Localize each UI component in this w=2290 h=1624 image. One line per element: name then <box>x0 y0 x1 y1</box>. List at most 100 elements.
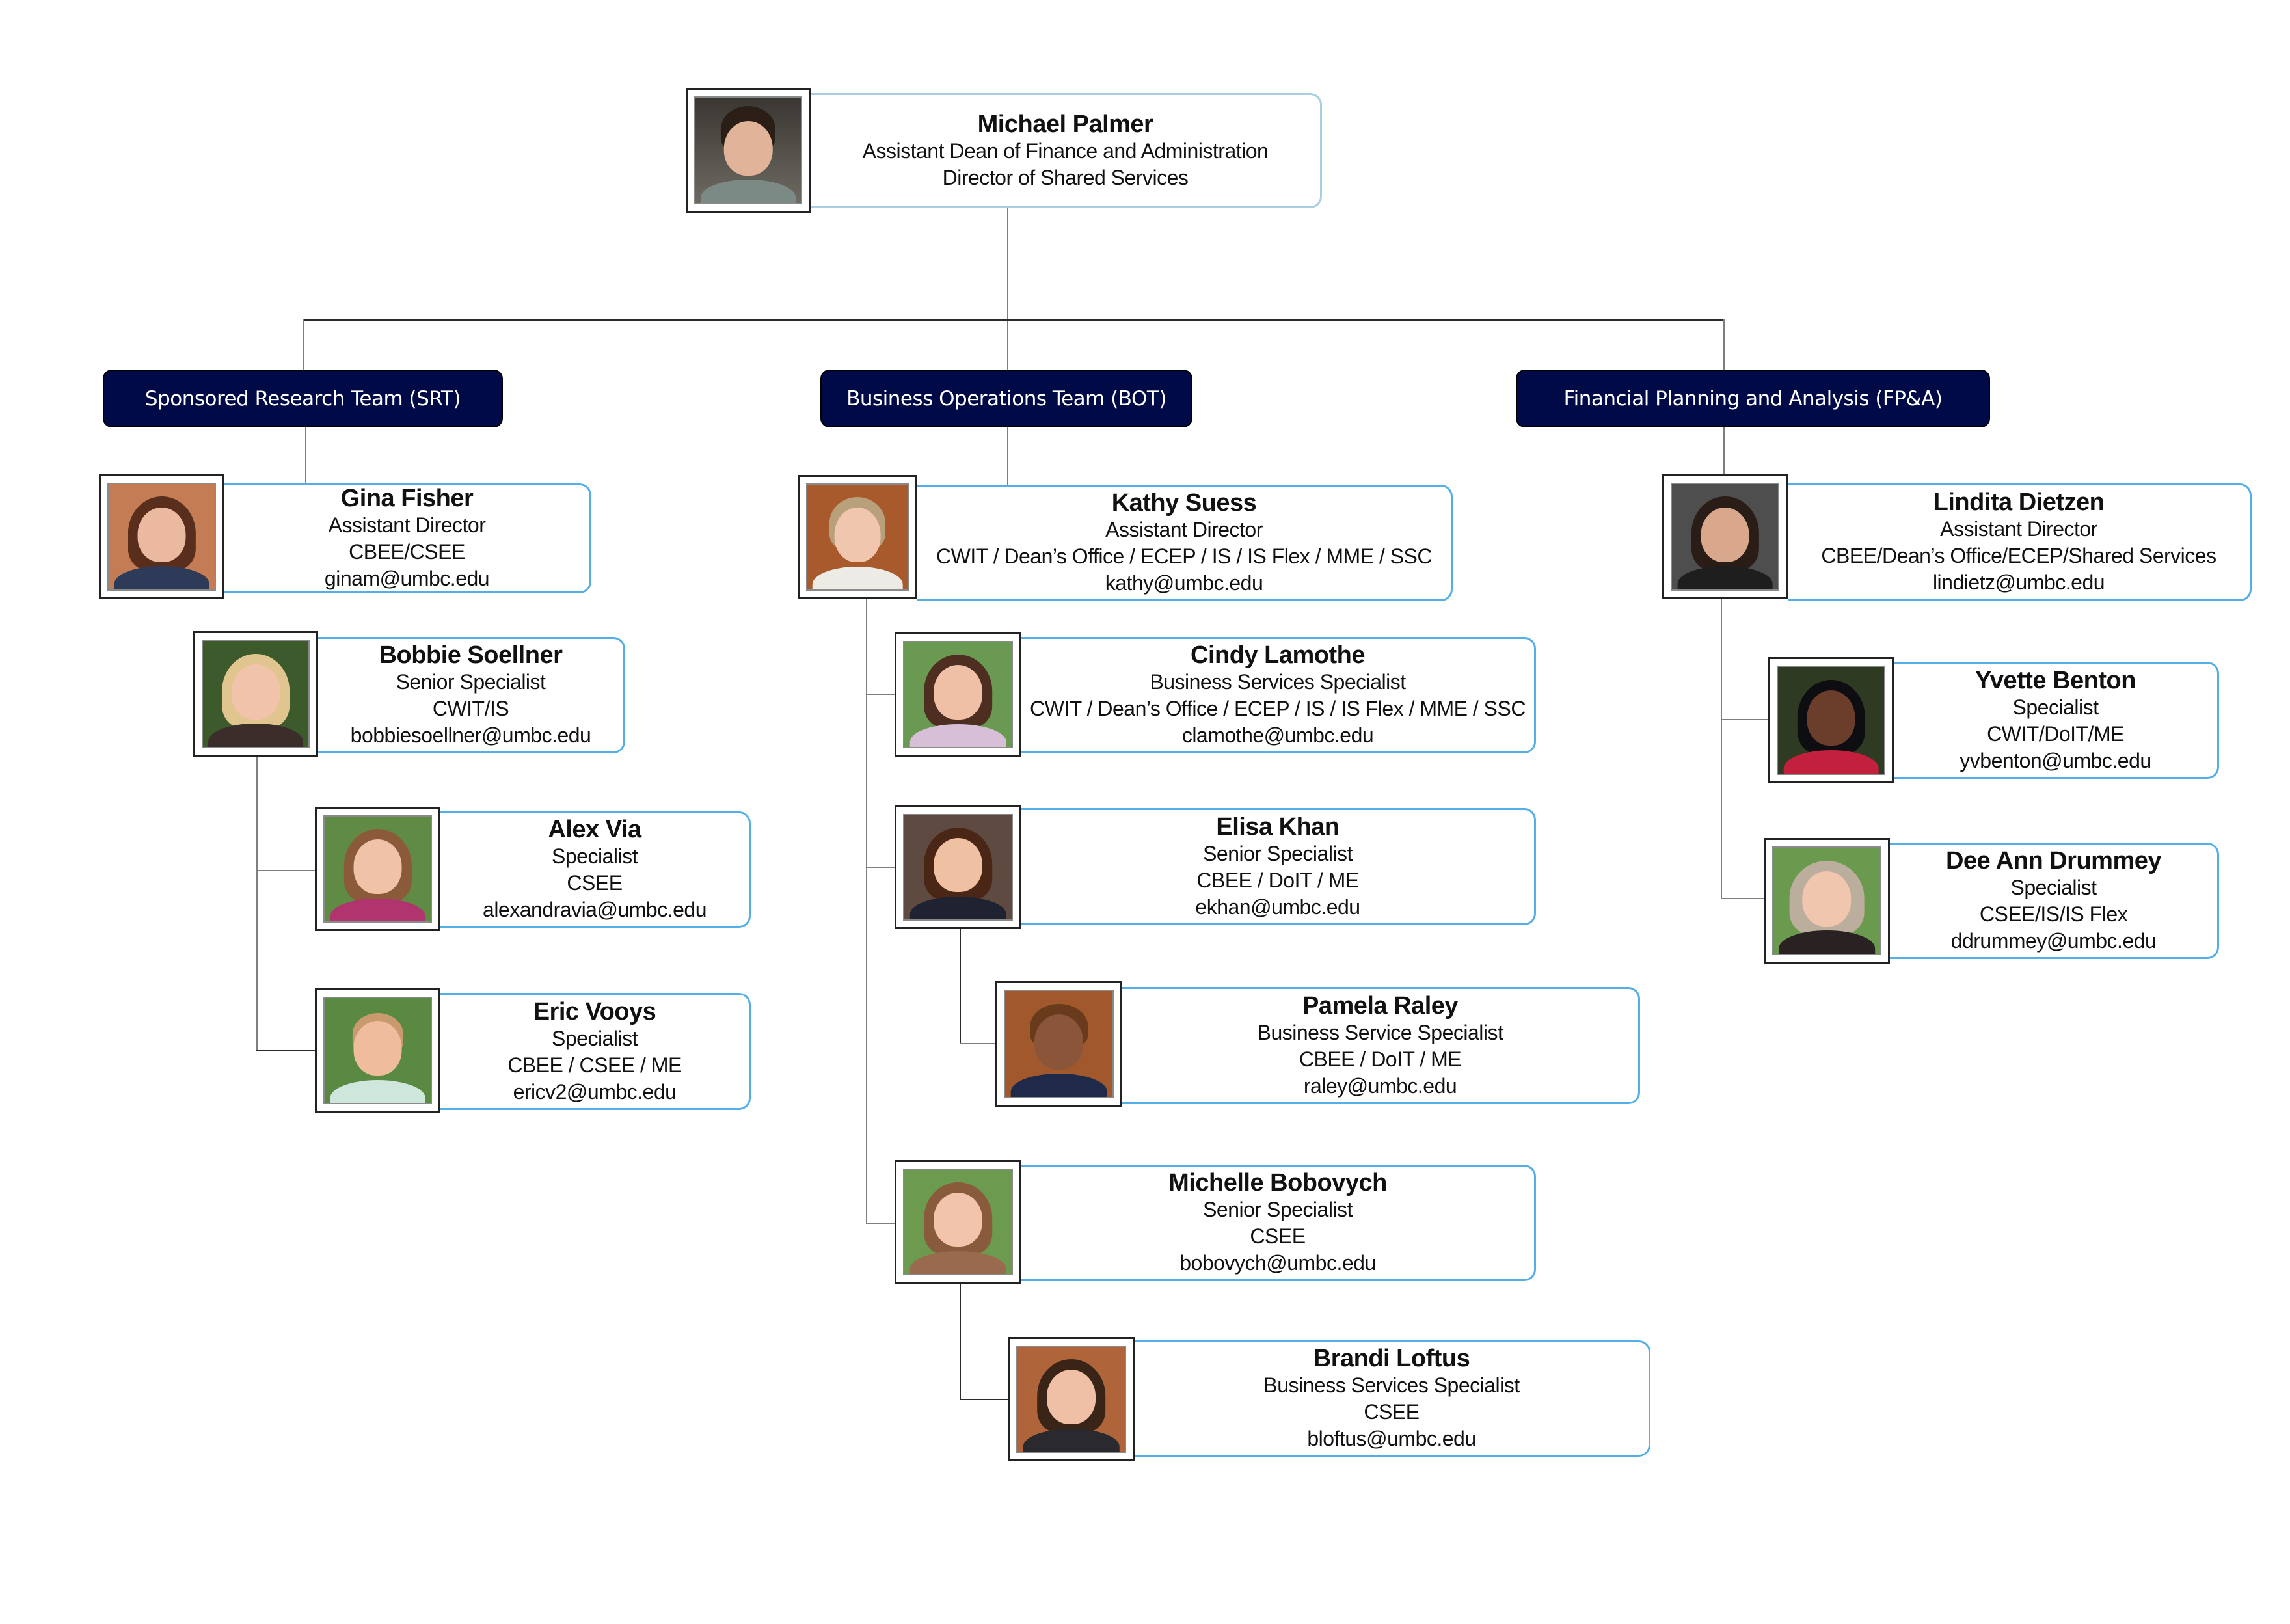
member-email[interactable]: alexandravia@umbc.edu <box>483 897 707 923</box>
member-email[interactable]: bobbiesoellner@umbc.edu <box>351 722 591 749</box>
member-units: CSEE/IS/IS Flex <box>1979 902 2128 926</box>
photo-cindy-lamothe <box>903 641 1013 748</box>
member-title: Specialist <box>552 845 638 868</box>
member-email[interactable]: ekhan@umbc.edu <box>1195 894 1360 921</box>
connector-lindita-team-v <box>1721 599 1722 899</box>
member-email[interactable]: bobovych@umbc.edu <box>1179 1250 1376 1277</box>
director-card: Michael Palmer Assistant Dean of Finance… <box>811 93 1322 208</box>
member-card-elisa-khan: Elisa Khan Senior Specialist CBEE / DoIT… <box>1021 808 1536 925</box>
photo-michelle-bobovych <box>903 1169 1013 1275</box>
member-name: Alex Via <box>548 816 641 843</box>
member-card-lindita-dietzen: Lindita Dietzen Assistant Director CBEE/… <box>1788 483 2252 601</box>
director-subtitle: Director of Shared Services <box>942 165 1189 189</box>
member-title: Senior Specialist <box>1203 1198 1353 1221</box>
member-card-yvette-benton: Yvette Benton Specialist CWIT/DoIT/ME yv… <box>1894 662 2219 779</box>
connector-michelle-brandi-h <box>960 1399 1008 1400</box>
member-card-dee-ann-drummey: Dee Ann Drummey Specialist CSEE/IS/IS Fl… <box>1890 843 2219 959</box>
member-units: CWIT/DoIT/ME <box>1987 722 2124 746</box>
photo-frame-eric-vooys <box>315 988 440 1113</box>
director-name: Michael Palmer <box>977 110 1153 138</box>
connector-kathy-team-v <box>866 599 867 1224</box>
photo-frame-gina-fisher <box>99 474 224 599</box>
photo-alex-via <box>323 815 432 923</box>
member-email[interactable]: lindietz@umbc.edu <box>1933 569 2105 596</box>
member-name: Brandi Loftus <box>1313 1345 1470 1372</box>
director-photo <box>694 96 802 204</box>
connector-lindita-dee-h <box>1721 898 1764 899</box>
photo-frame-lindita-dietzen <box>1662 474 1788 599</box>
photo-eric-vooys <box>323 997 432 1104</box>
connector-bot-kathy <box>1007 427 1008 485</box>
connector-fpa-up <box>1723 319 1725 370</box>
member-name: Dee Ann Drummey <box>1945 847 2162 874</box>
photo-dee-ann-drummey <box>1772 846 1881 955</box>
photo-bobbie-soellner <box>202 640 310 748</box>
member-card-alex-via: Alex Via Specialist CSEE alexandravia@um… <box>440 811 751 928</box>
member-card-gina-fisher: Gina Fisher Assistant Director CBEE/CSEE… <box>224 483 591 593</box>
member-title: Senior Specialist <box>1203 841 1353 865</box>
photo-frame-dee-ann-drummey <box>1764 838 1890 964</box>
member-units: CBEE / DoIT / ME <box>1299 1047 1462 1071</box>
member-title: Assistant Director <box>1940 517 2097 541</box>
photo-frame-kathy-suess <box>798 475 917 599</box>
member-units: CWIT/IS <box>432 697 509 720</box>
connector-fpa-lindita <box>1723 427 1725 480</box>
member-units: CSEE <box>1250 1225 1306 1248</box>
member-email[interactable]: ddrummey@umbc.edu <box>1951 928 2157 954</box>
member-name: Lindita Dietzen <box>1933 489 2105 516</box>
member-units: CWIT / Dean’s Office / ECEP / IS / IS Fl… <box>936 545 1432 568</box>
member-title: Business Services Specialist <box>1263 1374 1520 1397</box>
member-title: Senior Specialist <box>396 670 546 694</box>
member-card-eric-vooys: Eric Vooys Specialist CBEE / CSEE / ME e… <box>440 993 751 1110</box>
member-title: Business Service Specialist <box>1257 1020 1503 1044</box>
connector-kathy-michelle-h <box>866 1223 895 1224</box>
member-card-pamela-raley: Pamela Raley Business Service Specialist… <box>1122 987 1640 1104</box>
photo-gina-fisher <box>107 483 216 591</box>
member-email[interactable]: raley@umbc.edu <box>1304 1073 1457 1100</box>
member-units: CSEE <box>1364 1400 1420 1424</box>
director-photo-frame <box>686 88 811 213</box>
member-units: CBEE / CSEE / ME <box>507 1053 682 1077</box>
photo-frame-yvette-benton <box>1768 657 1894 783</box>
member-title: Business Services Specialist <box>1150 670 1406 694</box>
photo-frame-cindy-lamothe <box>895 632 1021 757</box>
member-email[interactable]: kathy@umbc.edu <box>1105 570 1263 597</box>
member-email[interactable]: yvbenton@umbc.edu <box>1960 748 2151 774</box>
member-email[interactable]: ericv2@umbc.edu <box>513 1079 677 1105</box>
member-card-cindy-lamothe: Cindy Lamothe Business Services Speciali… <box>1021 637 1536 753</box>
member-units: CSEE <box>567 871 623 895</box>
photo-brandi-loftus <box>1016 1346 1126 1453</box>
member-card-bobbie-soellner: Bobbie Soellner Senior Specialist CWIT/I… <box>318 637 625 753</box>
connector-bobbie-eric-h <box>256 1050 315 1051</box>
member-name: Yvette Benton <box>1975 666 2136 694</box>
member-units: CBEE/CSEE <box>349 540 465 563</box>
member-name: Pamela Raley <box>1302 992 1459 1020</box>
connector-teams-horizontal <box>303 319 1724 321</box>
member-title: Assistant Director <box>328 513 486 537</box>
photo-frame-pamela-raley <box>995 981 1122 1107</box>
connector-elisa-pamela-h <box>960 1043 995 1044</box>
connector-kathy-cindy-h <box>866 694 895 695</box>
member-email[interactable]: bloftus@umbc.edu <box>1307 1426 1476 1452</box>
member-email[interactable]: clamothe@umbc.edu <box>1182 722 1374 749</box>
connector-srt-gina <box>305 427 306 483</box>
member-name: Bobbie Soellner <box>379 642 563 669</box>
member-name: Elisa Khan <box>1216 813 1340 841</box>
photo-frame-brandi-loftus <box>1008 1337 1135 1461</box>
connector-srt-up <box>303 319 304 370</box>
member-email[interactable]: ginam@umbc.edu <box>325 565 490 592</box>
connector-elisa-pamela-v <box>960 929 961 1044</box>
member-units: CBEE/Dean’s Office/ECEP/Shared Services <box>1821 544 2216 567</box>
member-title: Specialist <box>2010 876 2097 899</box>
member-name: Gina Fisher <box>340 485 474 512</box>
member-card-kathy-suess: Kathy Suess Assistant Director CWIT / De… <box>917 485 1453 601</box>
member-units: CWIT / Dean’s Office / ECEP / IS / IS Fl… <box>1030 697 1526 720</box>
photo-frame-alex-via <box>315 807 440 931</box>
connector-lindita-yvette-h <box>1721 719 1768 720</box>
member-name: Cindy Lamothe <box>1191 642 1365 669</box>
photo-pamela-raley <box>1004 990 1114 1098</box>
member-card-michelle-bobovych: Michelle Bobovych Senior Specialist CSEE… <box>1021 1165 1536 1281</box>
photo-yvette-benton <box>1777 666 1885 775</box>
director-title: Assistant Dean of Finance and Administra… <box>862 139 1269 163</box>
photo-kathy-suess <box>806 483 909 591</box>
